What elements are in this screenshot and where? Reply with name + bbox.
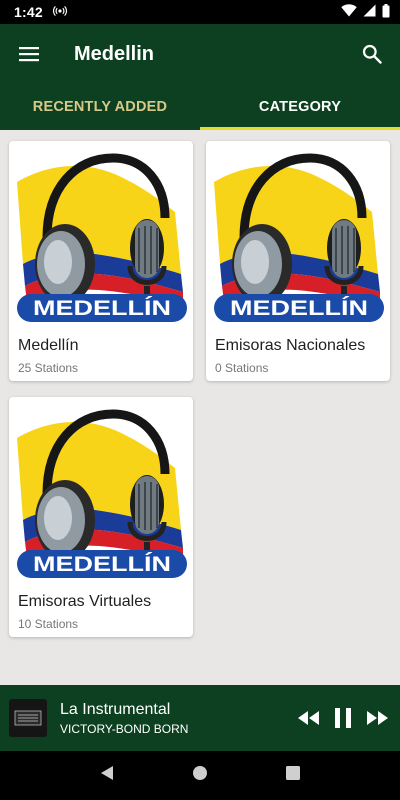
battery-icon [382, 3, 390, 21]
category-card-emisoras-virtuales[interactable]: MEDELLÍN Emisoras Virtuales 10 Stations [9, 397, 193, 637]
fast-forward-button[interactable] [364, 705, 390, 731]
pause-button[interactable] [330, 705, 356, 731]
system-nav-bar [0, 751, 400, 800]
now-playing-title: La Instrumental [60, 700, 171, 718]
category-card-emisoras-nacionales[interactable]: MEDELLÍN Emisoras Nacionales 0 Stations [206, 141, 390, 381]
tab-recently-added[interactable]: RECENTLY ADDED [0, 84, 200, 130]
category-name: Emisoras Nacionales [215, 337, 366, 354]
category-name: Emisoras Virtuales [18, 593, 152, 610]
station-count: 25 Stations [18, 361, 79, 375]
now-playing-artist: VICTORY-BOND BORN [60, 721, 189, 736]
station-count: 0 Stations [215, 361, 269, 375]
category-name: Medellín [18, 337, 79, 354]
pause-icon [335, 708, 351, 728]
fast-forward-icon [367, 711, 388, 725]
search-button[interactable] [344, 26, 400, 82]
back-icon [100, 766, 113, 780]
home-icon [192, 766, 207, 780]
logo-text: MEDELLÍN [230, 297, 368, 320]
app-bar: Medellin [0, 24, 400, 84]
home-button[interactable] [192, 765, 208, 786]
cell-signal-icon [363, 4, 376, 20]
logo-text: MEDELLÍN [33, 297, 171, 320]
medellin-radio-logo: MEDELLÍN [214, 153, 384, 322]
back-button[interactable] [99, 765, 115, 786]
menu-button[interactable] [1, 26, 57, 82]
rewind-button[interactable] [296, 705, 322, 731]
logo-text: MEDELLÍN [33, 553, 171, 576]
page-title: Medellin [74, 42, 155, 65]
medellin-radio-logo: MEDELLÍN [17, 409, 187, 578]
rewind-icon [298, 711, 319, 725]
tab-bar: RECENTLY ADDED CATEGORY [0, 84, 400, 130]
search-icon [362, 44, 382, 64]
station-artwork [9, 699, 47, 737]
medellin-radio-logo: MEDELLÍN [17, 153, 187, 322]
category-grid: MEDELLÍN Medellín 25 Stations MEDELLÍN E… [0, 130, 400, 685]
status-bar: 1:42 [0, 0, 400, 24]
status-time: 1:42 [14, 4, 43, 20]
station-count: 10 Stations [18, 617, 79, 631]
recents-button[interactable] [285, 765, 301, 786]
hotspot-icon [52, 5, 67, 20]
hamburger-menu-icon [19, 47, 39, 62]
category-card-medellin[interactable]: MEDELLÍN Medellín 25 Stations [9, 141, 193, 381]
recents-icon [286, 766, 301, 780]
wifi-icon [341, 4, 357, 20]
mini-player[interactable]: La Instrumental VICTORY-BOND BORN [0, 685, 400, 751]
tab-category[interactable]: CATEGORY [200, 84, 400, 130]
